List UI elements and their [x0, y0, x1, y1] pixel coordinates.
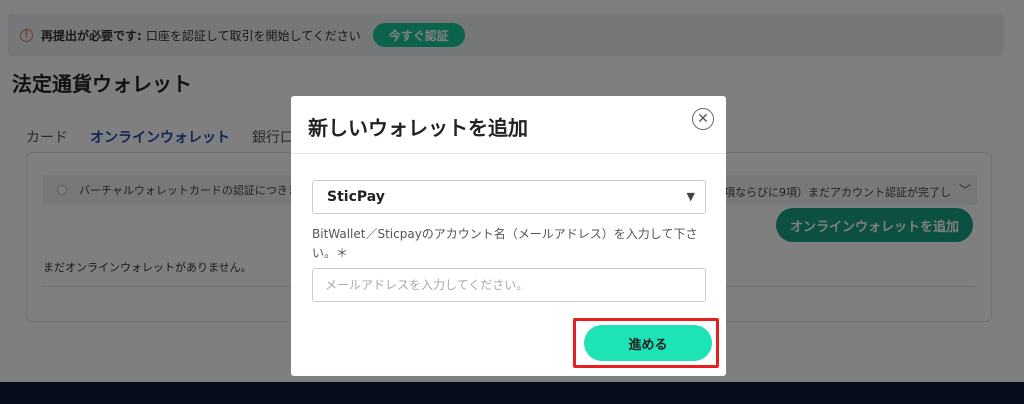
- wallet-select-value: SticPay: [327, 189, 385, 205]
- wallet-type-select[interactable]: SticPay ▼: [312, 180, 706, 214]
- submit-highlight-box: 進める: [573, 318, 719, 368]
- email-input[interactable]: [312, 268, 706, 302]
- chevron-down-icon: ▼: [686, 190, 695, 203]
- account-field-label: BitWallet／Sticpayのアカウント名（メールアドレス）を入力して下さ…: [312, 227, 698, 260]
- modal-header: 新しいウォレットを追加 ✕: [291, 96, 726, 154]
- add-wallet-modal: 新しいウォレットを追加 ✕ SticPay ▼ BitWallet／Sticpa…: [291, 96, 726, 376]
- modal-title: 新しいウォレットを追加: [308, 116, 528, 140]
- close-icon[interactable]: ✕: [692, 108, 714, 130]
- submit-button[interactable]: 進める: [584, 325, 712, 361]
